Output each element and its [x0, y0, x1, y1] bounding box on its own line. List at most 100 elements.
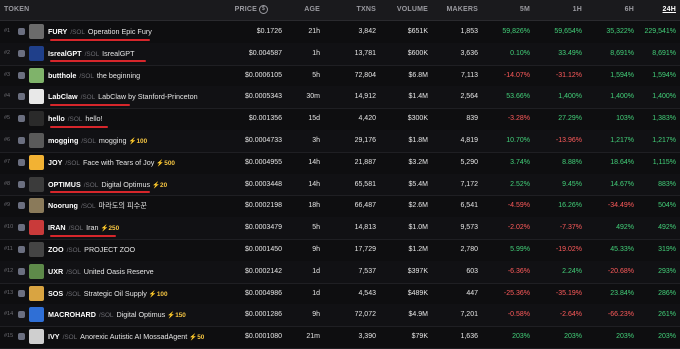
header-price[interactable]: PRICE $	[228, 0, 268, 20]
token-cell[interactable]: butthole/SOL the beginning	[48, 65, 238, 87]
token-name: Digital Optimus	[101, 179, 151, 189]
token-table: TOKEN PRICE $ AGE TXNS VOLUME MAKERS 5M 1…	[0, 0, 680, 349]
table-row[interactable]: #13 SOS/SOL Strategic Oil Supply ⚡100 $0.000…	[0, 283, 680, 306]
token-name: hello!	[85, 114, 103, 124]
token-cell[interactable]: SOS/SOL Strategic Oil Supply ⚡100	[48, 283, 238, 305]
change-1h-cell: 1,400%	[558, 93, 582, 101]
boost-badge: ⚡250	[100, 225, 120, 233]
change-24h-cell: 293%	[658, 267, 676, 275]
volume-cell: $397K	[407, 267, 428, 275]
makers-cell: 9,573	[460, 224, 478, 232]
txns-cell: 72,804	[354, 71, 376, 79]
price-cell: $0.0004955	[245, 158, 282, 166]
change-5m-cell: 5.99%	[510, 246, 530, 253]
solana-chain-icon	[18, 267, 25, 275]
token-name: mogging	[98, 136, 127, 145]
header-5m[interactable]: 5M	[496, 0, 530, 20]
makers-cell: 5,290	[460, 158, 478, 166]
makers-cell: 2,564	[460, 93, 478, 101]
token-cell[interactable]: MACROHARD/SOL Digital Optimus ⚡150	[48, 304, 238, 326]
quote-pair-label: /SOL	[66, 268, 81, 276]
solana-chain-icon	[18, 158, 25, 166]
txns-cell: 29,176	[354, 137, 376, 144]
rank-label: #14	[4, 311, 14, 318]
makers-cell: 1,853	[460, 28, 478, 35]
price-cell: $0.0001450	[245, 246, 282, 253]
makers-cell: 2,780	[460, 246, 478, 253]
table-row[interactable]: #14 MACROHARD/SOL Digital Optimus ⚡150 $0.00…	[0, 304, 680, 328]
header-txns[interactable]: TXNS	[340, 0, 376, 20]
token-cell[interactable]: ZOO/SOL PROJECT ZOO	[48, 239, 238, 261]
table-row[interactable]: #6 mogging/SOL mogging ⚡100 $0.0004733 3h 29,1…	[0, 130, 680, 153]
volume-cell: $5.4M	[408, 180, 428, 188]
header-age[interactable]: AGE	[290, 0, 320, 20]
solana-chain-icon	[18, 246, 25, 253]
rank-label: #6	[4, 137, 11, 143]
token-symbol: MACROHARD	[48, 310, 96, 320]
solana-chain-icon	[18, 49, 25, 57]
txns-cell: 66,487	[354, 202, 376, 210]
header-token[interactable]: TOKEN	[4, 0, 64, 20]
change-24h-cell: 1,217%	[652, 137, 676, 144]
age-cell: 30m	[306, 93, 320, 101]
price-cell: $0.0001080	[245, 333, 282, 341]
header-1h[interactable]: 1H	[548, 0, 582, 20]
quote-pair-label: /SOL	[70, 29, 85, 36]
token-cell[interactable]: JOY/SOL Face with Tears of Joy ⚡500	[48, 152, 238, 174]
change-1h-cell: -35.19%	[555, 289, 582, 297]
token-avatar	[29, 45, 44, 61]
boost-badge: ⚡20	[152, 181, 168, 189]
header-makers[interactable]: MAKERS	[440, 0, 478, 20]
txns-cell: 17,729	[354, 246, 376, 253]
header-6h[interactable]: 6H	[600, 0, 634, 20]
table-row[interactable]: #11 ZOO/SOL PROJECT ZOO $0.0001450 9h 17,729 $…	[0, 239, 680, 262]
change-6h-cell: 1,594%	[610, 71, 634, 79]
table-row[interactable]: #3 butthole/SOL the beginning $0.0006105 5h 7…	[0, 65, 680, 88]
change-24h-cell: 229,541%	[644, 28, 676, 35]
rank-label: #3	[4, 71, 11, 78]
price-cell: $0.0005343	[245, 93, 282, 101]
txns-cell: 4,420	[358, 115, 376, 123]
solana-chain-icon	[18, 71, 25, 79]
header-24h[interactable]: 24H	[640, 0, 676, 20]
change-1h-cell: 2.24%	[562, 267, 582, 275]
quote-pair-label: /SOL	[84, 50, 100, 58]
txns-cell: 72,072	[354, 311, 376, 319]
rank-label: #7	[4, 158, 11, 165]
token-symbol: IVY	[48, 332, 60, 342]
token-avatar	[29, 285, 44, 301]
change-6h-cell: -34.49%	[607, 202, 634, 210]
token-avatar	[29, 307, 44, 323]
table-row[interactable]: #7 JOY/SOL Face with Tears of Joy ⚡500 $0.00…	[0, 152, 680, 175]
solana-chain-icon	[18, 180, 25, 188]
token-name: United Oasis Reserve	[83, 266, 154, 276]
token-avatar	[29, 67, 44, 83]
change-1h-cell: -7.37%	[559, 224, 582, 232]
token-cell[interactable]: mogging/SOL mogging ⚡100	[48, 130, 238, 152]
header-volume[interactable]: VOLUME	[390, 0, 428, 20]
token-cell[interactable]: UXR/SOL United Oasis Reserve	[48, 261, 238, 283]
boost-badge: ⚡150	[167, 312, 186, 320]
volume-cell: $1.4M	[408, 93, 428, 101]
boost-badge: ⚡500	[156, 159, 175, 167]
token-cell[interactable]: Noorung/SOL 마라도의 피수꾼	[48, 195, 238, 217]
txns-cell: 3,390	[358, 333, 376, 341]
red-underline-annotation	[50, 234, 116, 237]
token-avatar	[29, 263, 44, 279]
price-cell: $0.1726	[256, 28, 282, 35]
token-cell[interactable]: IVY/SOL Anorexic Autistic AI MossadAgent ⚡…	[48, 326, 238, 348]
change-24h-cell: 883%	[658, 180, 676, 188]
table-row[interactable]: #2 IsrealGPT/SOL IsrealGPT $0.004587 1h 13,78…	[0, 42, 680, 66]
change-24h-cell: 319%	[658, 246, 676, 253]
quote-pair-label: /SOL	[67, 116, 83, 124]
token-symbol: LabClaw	[48, 92, 78, 102]
age-cell: 9h	[312, 311, 320, 319]
change-1h-cell: 33.49%	[558, 49, 582, 57]
table-row[interactable]: #9 Noorung/SOL 마라도의 피수꾼 $0.0002198 18h 66,487…	[0, 195, 680, 219]
quote-pair-label: /SOL	[83, 181, 99, 189]
currency-toggle-icon[interactable]: $	[259, 4, 268, 14]
token-name: Strategic Oil Supply	[83, 288, 147, 298]
table-row[interactable]: #12 UXR/SOL United Oasis Reserve $0.0002142…	[0, 260, 680, 284]
solana-chain-icon	[18, 224, 25, 232]
solana-chain-icon	[18, 202, 25, 210]
